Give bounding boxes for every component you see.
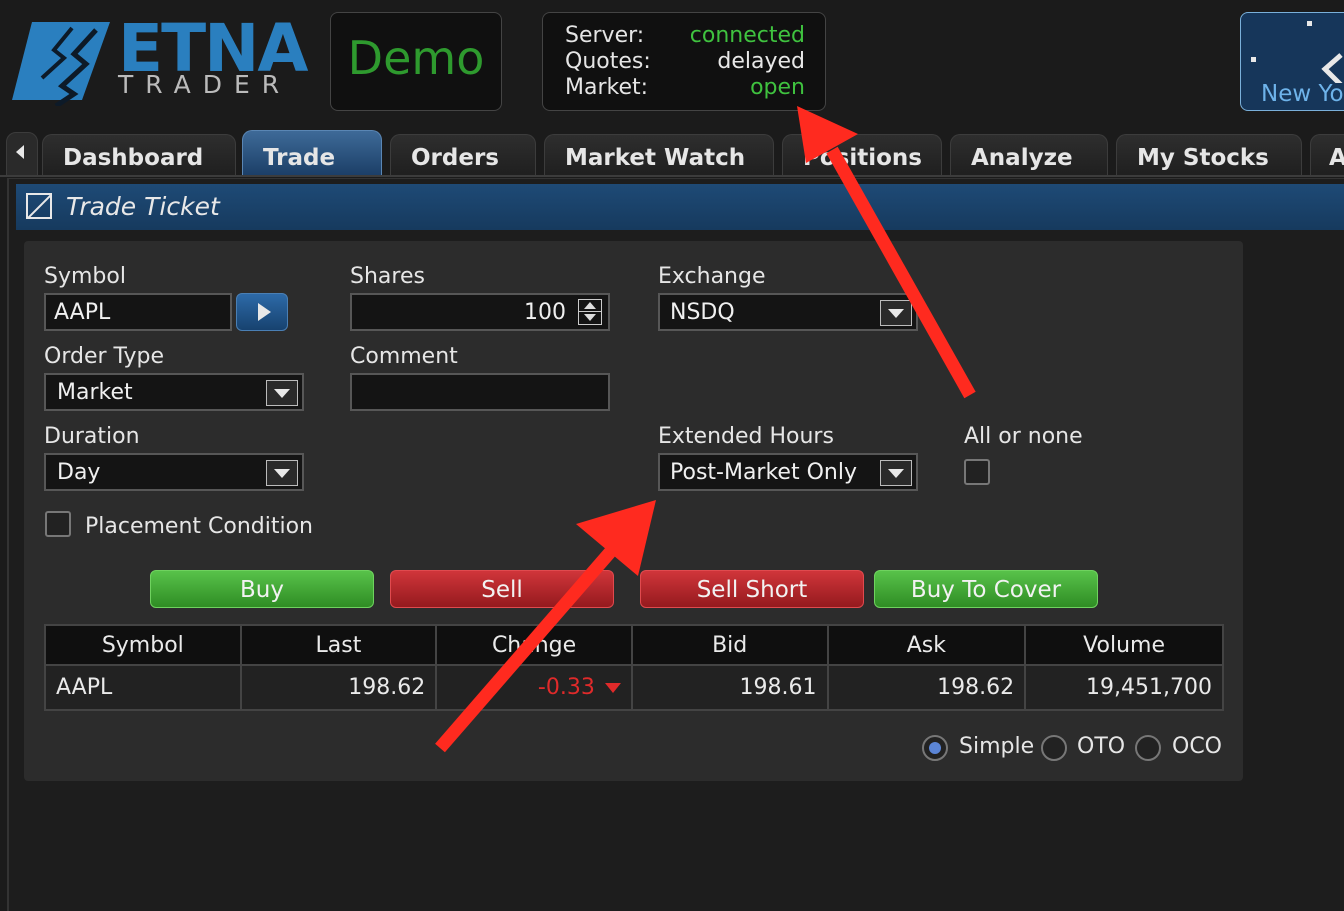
annotation-arrows	[435, 106, 976, 753]
annotation-arrow-icon	[435, 500, 656, 753]
annotation-arrow-icon	[797, 106, 976, 399]
